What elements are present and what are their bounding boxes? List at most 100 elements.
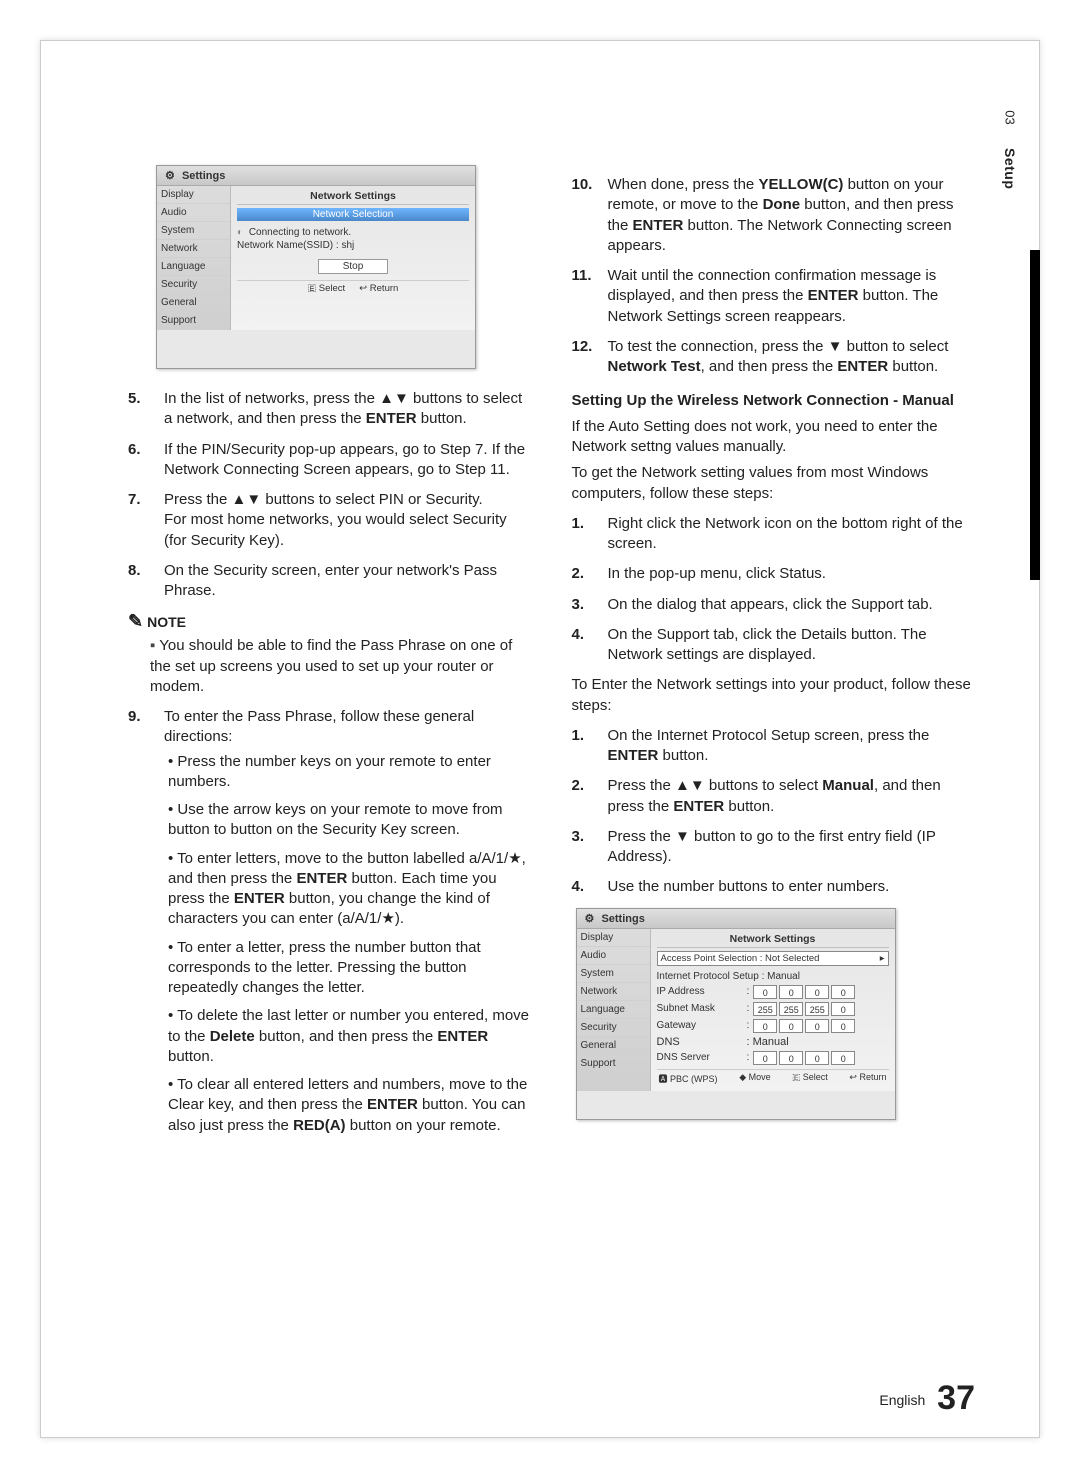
note-heading: ✎NOTE [128, 611, 532, 632]
chapter-tab: 03 Setup [995, 110, 1025, 171]
chapter-title: Setup [1002, 148, 1018, 178]
step-text: Wait until the connection confirmation m… [608, 266, 976, 327]
bullet-item: Press the number keys on your remote to … [168, 752, 532, 793]
hint-move: ◆ Move [739, 1072, 770, 1085]
sidebar-item[interactable]: Language [577, 1001, 650, 1019]
note-item: You should be able to find the Pass Phra… [150, 636, 532, 697]
sidebar-item[interactable]: Audio [577, 947, 650, 965]
enter-steps: 1. On the Internet Protocol Setup screen,… [572, 726, 976, 898]
ip-cells: 2552552550 [753, 1002, 855, 1016]
hint-pbc: 🅰 PBC (WPS) [659, 1072, 718, 1085]
ip-cell[interactable]: 0 [831, 1051, 855, 1065]
step-9: 9. To enter the Pass Phrase, follow thes… [128, 707, 532, 1144]
bullet-item: To enter letters, move to the button lab… [168, 849, 532, 930]
step-number: 5. [128, 389, 150, 430]
step-number: 11. [572, 266, 594, 327]
left-column: ⚙ Settings DisplayAudioSystemNetworkLang… [128, 165, 532, 1154]
intro-para-3: To Enter the Network settings into your … [572, 675, 976, 716]
ip-cell[interactable]: 0 [753, 1051, 777, 1065]
ip-cells: 0000 [753, 1019, 855, 1033]
sidebar-item[interactable]: Support [577, 1055, 650, 1073]
step-9-bullets: Press the number keys on your remote to … [168, 752, 532, 1136]
ip-cell[interactable]: 0 [779, 1051, 803, 1065]
bullet-item: To enter a letter, press the number butt… [168, 938, 532, 999]
ip-cell[interactable]: 0 [805, 985, 829, 999]
ip-cell[interactable]: 255 [805, 1002, 829, 1016]
ip-row: IP Address:0000 [657, 985, 889, 999]
dialog-main: Network Settings Network Selection ◐ Con… [231, 186, 475, 330]
network-selection-dialog: ⚙ Settings DisplayAudioSystemNetworkLang… [156, 165, 476, 369]
ip-cell[interactable]: 0 [805, 1051, 829, 1065]
gear-icon: ⚙ [165, 170, 175, 182]
step-text: Press the ▲▼ buttons to select Manual, a… [608, 776, 976, 817]
ip-cell[interactable]: 255 [753, 1002, 777, 1016]
hint-return: ↩ Return [359, 283, 398, 294]
ip-cell[interactable]: 0 [805, 1019, 829, 1033]
step-number: 1. [572, 726, 594, 767]
bullet-item: To clear all entered letters and numbers… [168, 1075, 532, 1136]
sidebar-item[interactable]: Display [577, 929, 650, 947]
sidebar-item[interactable]: Display [157, 186, 230, 204]
ip-cell[interactable]: 0 [753, 1019, 777, 1033]
note-label: NOTE [147, 614, 186, 630]
windows-steps: 1. Right click the Network icon on the bo… [572, 514, 976, 666]
dialog-sidebar: DisplayAudioSystemNetworkLanguageSecurit… [577, 929, 651, 1091]
ip-row: Subnet Mask:2552552550 [657, 1002, 889, 1016]
ip-setup-line: Internet Protocol Setup : Manual [657, 971, 889, 982]
dialog-sidebar: DisplayAudioSystemNetworkLanguageSecurit… [157, 186, 231, 330]
step-text: Right click the Network icon on the bott… [608, 514, 976, 555]
sidebar-item[interactable]: Network [157, 240, 230, 258]
dialog-titlebar: ⚙ Settings [577, 909, 895, 929]
step-number: 12. [572, 337, 594, 378]
step-number: 1. [572, 514, 594, 555]
dialog-main: Network Settings Access Point Selection … [651, 929, 895, 1091]
ip-cell[interactable]: 0 [831, 1019, 855, 1033]
page-number: 37 [937, 1379, 975, 1417]
step-number: 2. [572, 564, 594, 584]
step-text: On the Support tab, click the Details bu… [608, 625, 976, 666]
stop-button[interactable]: Stop [318, 259, 388, 274]
sidebar-item[interactable]: Language [157, 258, 230, 276]
thumb-index-mark [1030, 250, 1040, 580]
sidebar-item[interactable]: Audio [157, 204, 230, 222]
sidebar-item[interactable]: Network [577, 983, 650, 1001]
step-text: On the Internet Protocol Setup screen, p… [608, 726, 976, 767]
ip-cells: 0000 [753, 1051, 855, 1065]
apsel-text: Access Point Selection : Not Selected [661, 953, 820, 964]
section-title: Setting Up the Wireless Network Connecti… [572, 391, 976, 411]
hint-select: 🇪 Select [308, 283, 345, 294]
sidebar-item[interactable]: Support [157, 312, 230, 330]
step-text: To enter the Pass Phrase, follow these g… [164, 707, 532, 1144]
step-number: 6. [128, 440, 150, 481]
step-text: Use the number buttons to enter numbers. [608, 877, 976, 897]
connecting-line: ◐ Connecting to network. [237, 227, 469, 238]
dialog-title: Settings [601, 913, 644, 925]
page-footer: English 37 [879, 1379, 975, 1418]
intro-para-2: To get the Network setting values from m… [572, 463, 976, 504]
ip-cell[interactable]: 0 [753, 985, 777, 999]
footer-lang: English [879, 1392, 925, 1408]
ip-cell[interactable]: 0 [831, 1002, 855, 1016]
sidebar-item[interactable]: System [157, 222, 230, 240]
step-number: 9. [128, 707, 150, 1144]
ip-cell[interactable]: 0 [831, 985, 855, 999]
sidebar-item[interactable]: General [577, 1037, 650, 1055]
sidebar-item[interactable]: Security [157, 276, 230, 294]
ip-cell[interactable]: 0 [779, 1019, 803, 1033]
spinner-icon: ◐ [237, 227, 243, 238]
dns-label: DNS [657, 1036, 747, 1048]
sidebar-item[interactable]: System [577, 965, 650, 983]
step-number: 2. [572, 776, 594, 817]
chapter-number: 03 [1003, 103, 1018, 133]
sidebar-item[interactable]: General [157, 294, 230, 312]
ip-row-label: Gateway [657, 1020, 747, 1031]
ip-row-label: IP Address [657, 986, 747, 997]
ip-cell[interactable]: 0 [779, 985, 803, 999]
step-text: Press the ▼ button to go to the first en… [608, 827, 976, 868]
dialog-title: Settings [182, 170, 225, 182]
colon: : [747, 986, 750, 997]
sidebar-item[interactable]: Security [577, 1019, 650, 1037]
access-point-select[interactable]: Access Point Selection : Not Selected ▸ [657, 951, 889, 966]
step-text: When done, press the YELLOW(C) button on… [608, 175, 976, 256]
ip-cell[interactable]: 255 [779, 1002, 803, 1016]
